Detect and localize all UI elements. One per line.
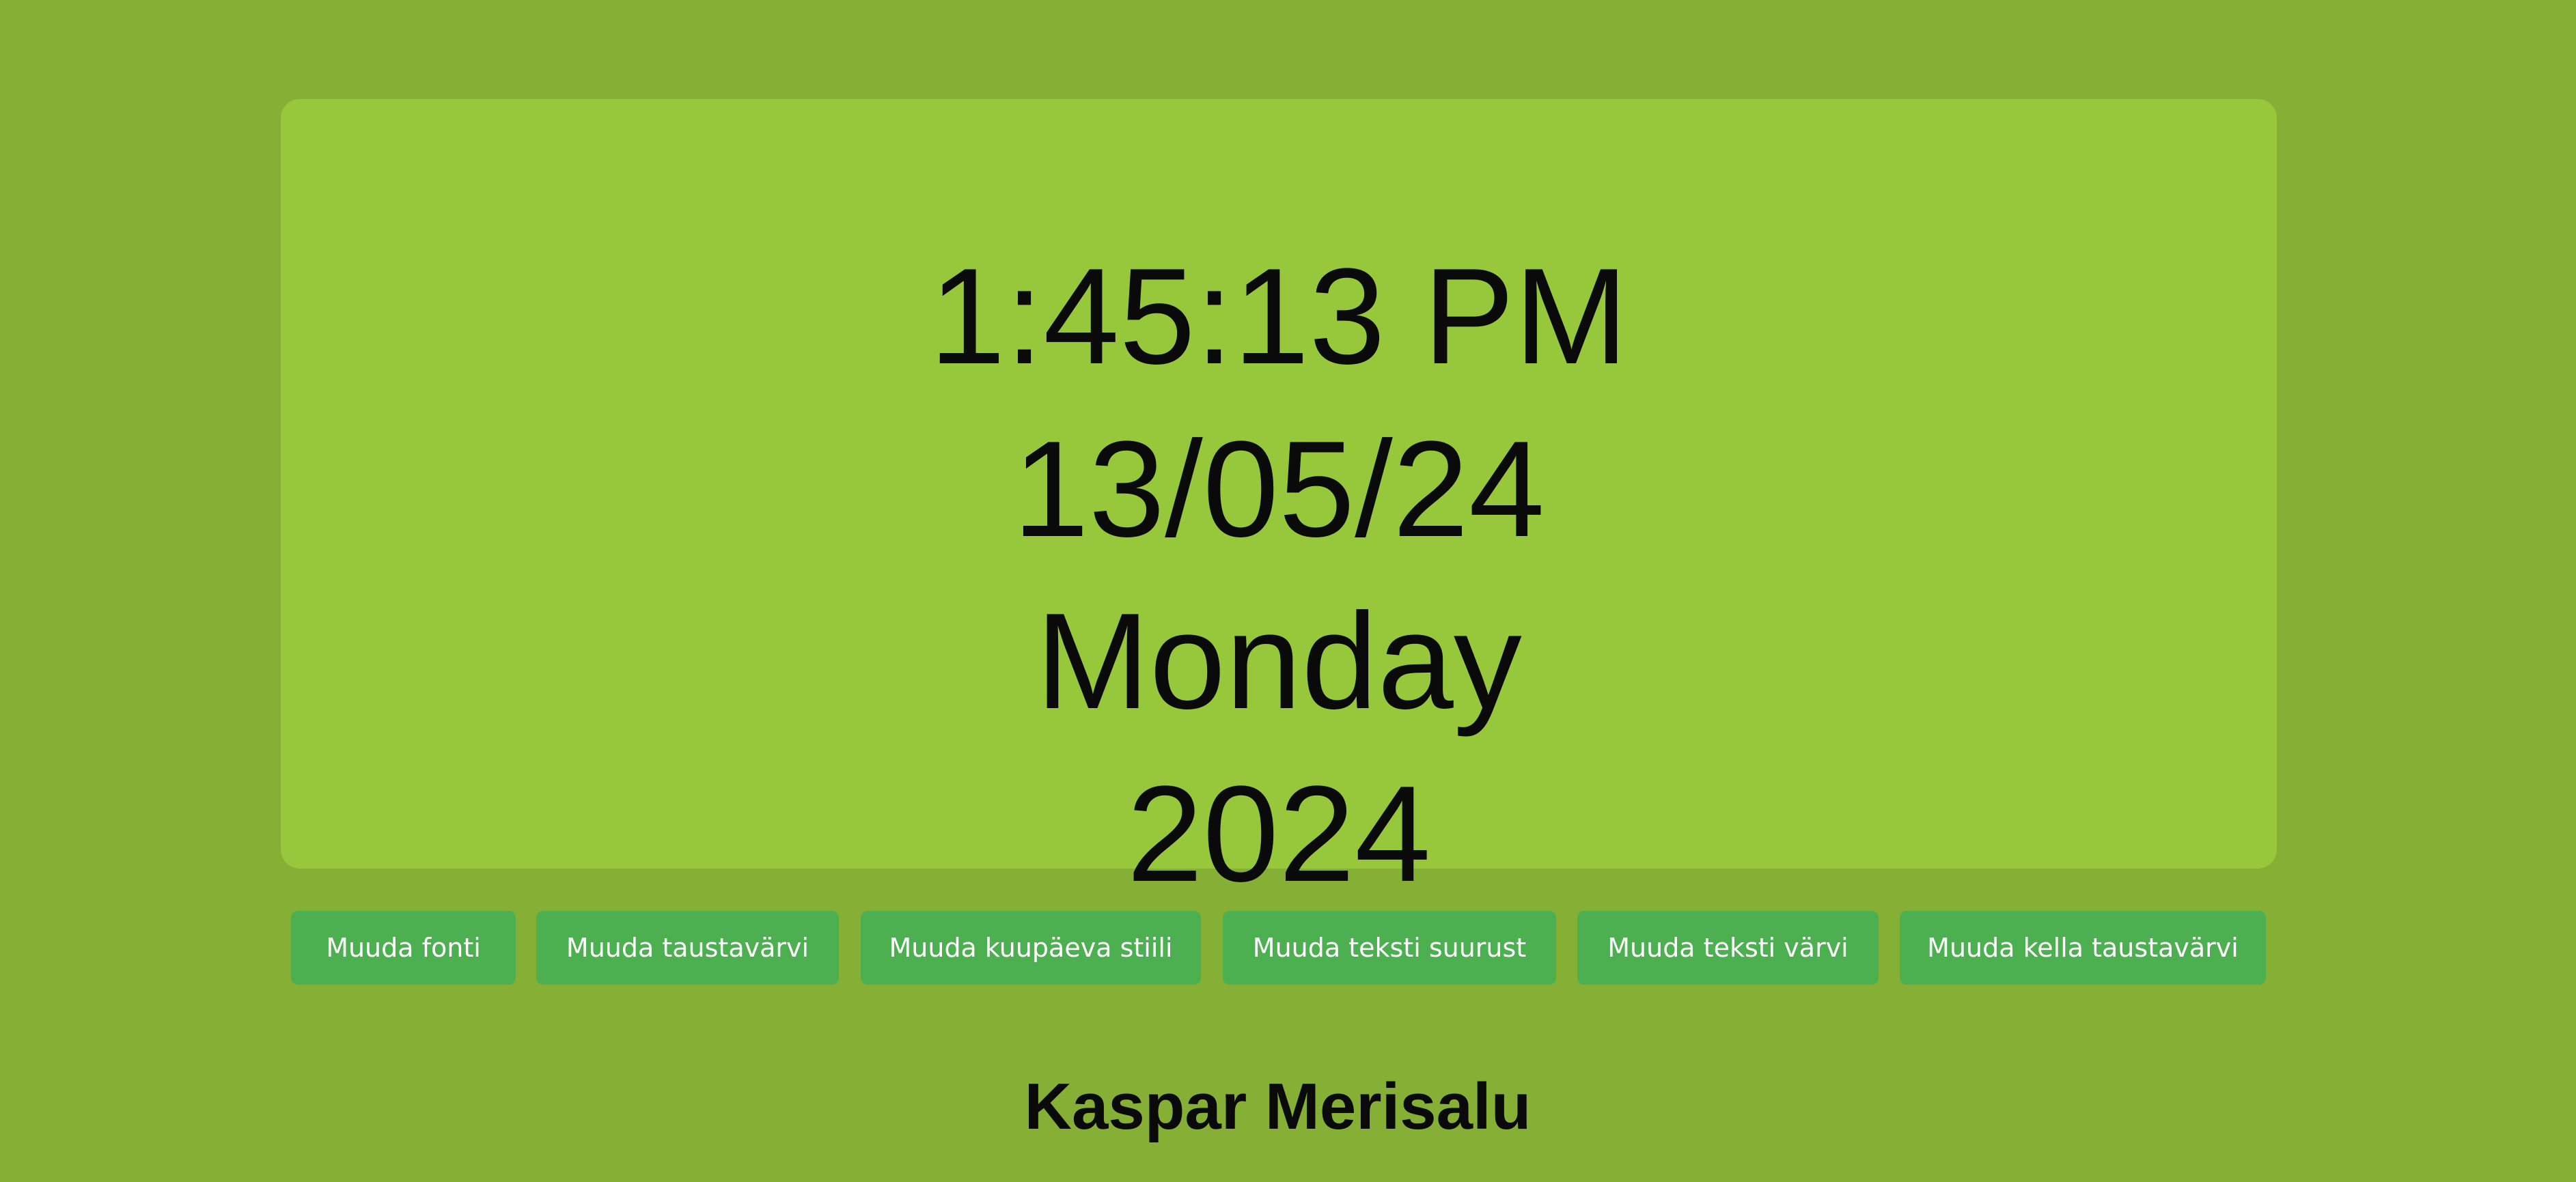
change-clock-background-button[interactable]: Muuda kella taustavärvi (1900, 911, 2266, 985)
author-name: Kaspar Merisalu (1024, 1070, 1532, 1143)
clock-weekday: Monday (1036, 585, 1522, 737)
clock-time: 1:45:13 PM (929, 240, 1629, 393)
clock-year: 2024 (1126, 758, 1431, 910)
change-date-style-button[interactable]: Muuda kuupäeva stiili (861, 911, 1201, 985)
change-text-size-button[interactable]: Muuda teksti suurust (1223, 911, 1556, 985)
change-background-color-button[interactable]: Muuda taustavärvi (536, 911, 839, 985)
change-text-color-button[interactable]: Muuda teksti värvi (1577, 911, 1879, 985)
clock-panel: 1:45:13 PM 13/05/24 Monday 2024 (281, 99, 2277, 910)
change-font-button[interactable]: Muuda fonti (291, 911, 516, 985)
clock-date: 13/05/24 (1012, 413, 1545, 565)
